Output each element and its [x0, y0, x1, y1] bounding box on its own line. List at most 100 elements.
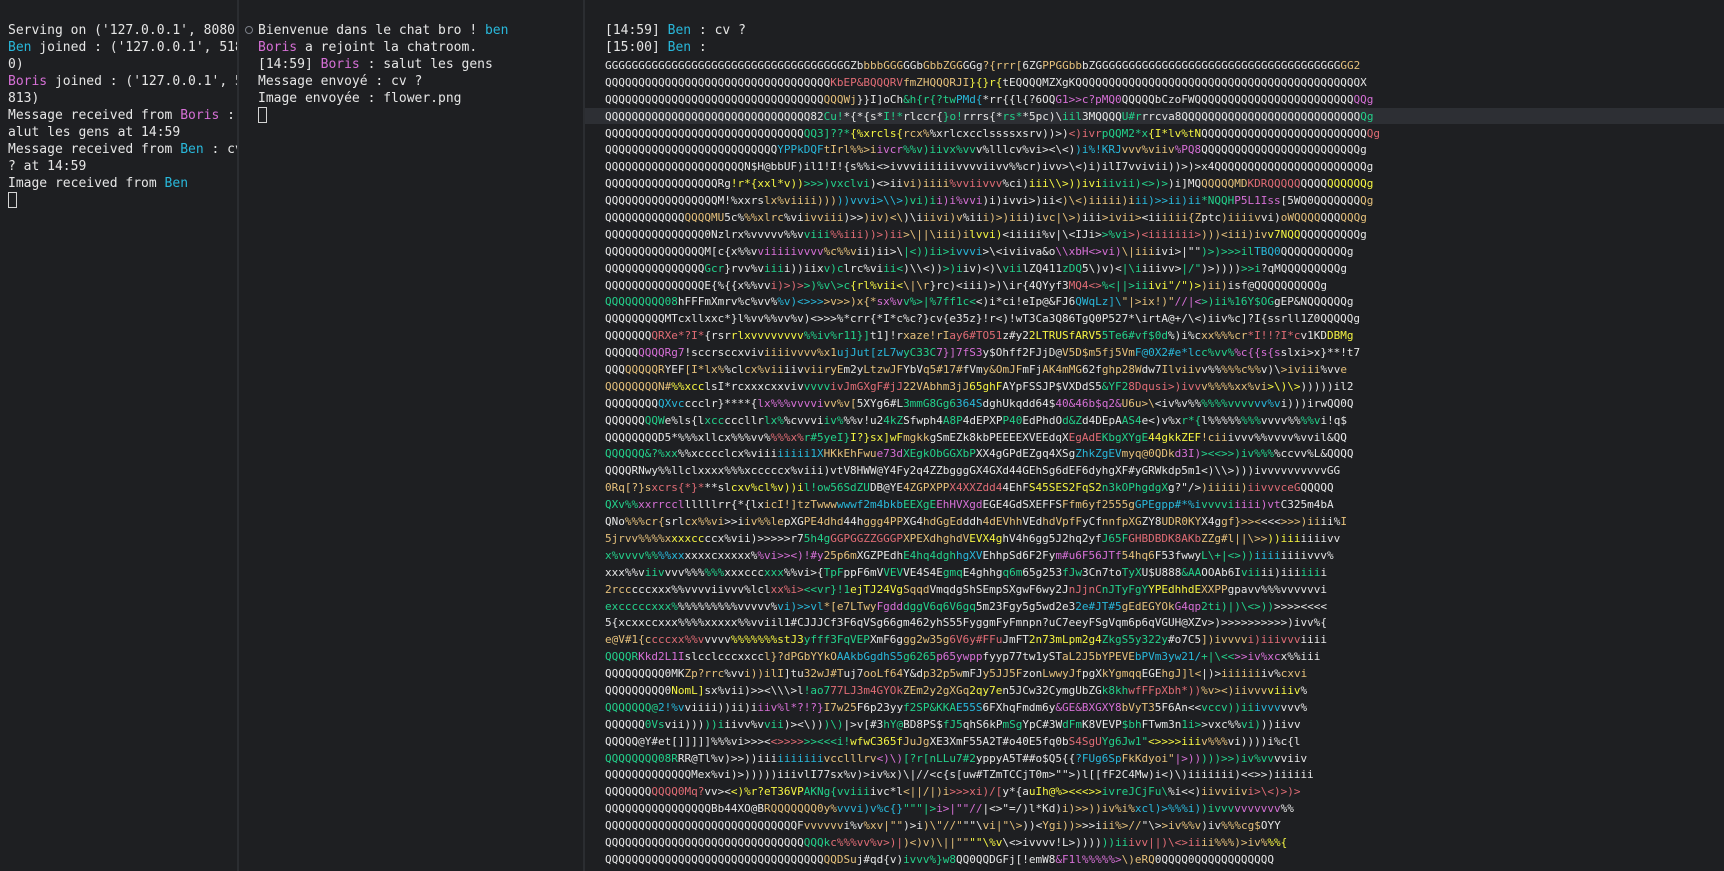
terminal-text: Serving on ('127.0.0.1', 8080): [8, 23, 237, 38]
ascii-row: QQQQQQQQRXe*?I*{rsrrlxvvvvvvvv%%iv%r11}]…: [605, 329, 1354, 343]
ascii-row: QQQQQQQQQQQQQQQQMU5c%%%xlrc%viivviii)>>)…: [605, 211, 1367, 225]
terminal-text: Boris: [258, 40, 298, 55]
terminal-text: [15:00]: [605, 40, 668, 55]
ascii-row: QQQQQ@Y#et[]]]]]%%%vi>>><<>>>>>><<<i!wfw…: [605, 734, 1301, 748]
terminal-text: ben: [484, 23, 509, 38]
terminal-line: alut les gens at 14:59: [8, 124, 237, 141]
terminal-text: ? at 14:59: [8, 159, 87, 174]
ascii-row: GGGGGGGGGGGGGGGGGGGGGGGGGGGGGGGGGGGGGZbb…: [605, 59, 1361, 72]
terminal-line: [15:00] Ben :: [605, 39, 746, 56]
terminal-line: Boris a rejoint la chatroom.: [258, 39, 508, 56]
ascii-row: excccccxxx%%%%%%%%%%vvvvv%vi)>>vl*[e7LTw…: [605, 599, 1327, 613]
terminal-text: Message received from: [8, 142, 181, 157]
ascii-row: QQQQQQQQQQQQQQQQQM!%xxrslx%viiii)))))vvv…: [605, 194, 1374, 208]
status-circle-icon: [245, 26, 253, 34]
ascii-row: e@V#1{ccccxx%%vvvvv%%%%%%%stJ3yfff3FqVEP…: [605, 633, 1327, 647]
terminal-line: 813): [8, 90, 237, 107]
server-output: Serving on ('127.0.0.1', 8080) Ben joined…: [8, 22, 237, 209]
ascii-row: 5jrvv%%%%xxxxccccx%vii)>>>>>r75h4gGGPGGZ…: [605, 531, 1341, 545]
ascii-row: 5{xcxxccxxx%%%%xxxxx%%vviil1#CJJJCf3F6qV…: [605, 616, 1327, 630]
ascii-row: QQQQQQQ@2!%vviiii))ii)iiiv%l*?!?}I7w25F6…: [605, 700, 1308, 714]
terminal-line: Message received from Ben : cv: [8, 141, 237, 158]
ascii-row: QQQQQQQQWe%ls{lxcccccllrlx%%cvvviiv%%%v!…: [605, 413, 1347, 427]
ascii-row: QQQQRNwy%%llclxxxx%%%xcccccx%viii)vtV8HW…: [605, 464, 1341, 478]
ascii-row: 0Rq[?}sxcrs{*}***slcxv%cl%v))il!ow56SdZU…: [605, 481, 1334, 495]
terminal-text: Boris: [180, 108, 220, 123]
ascii-row: QQQQQQQQQQQQQQQQQQQQQQQQQQQQQQQQQkc%%%vv…: [605, 835, 1288, 849]
ascii-row: QQQQQQQQQQQQQQQQQQQQQQQQQQQQQQQQQQKbEP&B…: [605, 75, 1367, 89]
terminal-text: Bienvenue dans le chat bro !: [258, 23, 485, 38]
ascii-row: QQQQQQQQQMTcxllxxc*}l%vv%%vv%v)<>>>%*crr…: [605, 312, 1361, 326]
terminal-line: Ben joined : ('127.0.0.1', 5181: [8, 39, 237, 56]
ascii-row: QQQQQQQQD5*%%%xllcx%%%vv%%%%x%r#5yeI}I?}…: [605, 430, 1347, 444]
terminal-text: [14:59]: [605, 23, 668, 38]
terminal-text: Ben: [180, 142, 204, 157]
image-terminal-pane[interactable]: [14:59] Ben : cv ? [15:00] Ben : GGGGGGGG…: [585, 0, 1724, 871]
ascii-row: QXv%%xxrrccllllllrr{*{lxicI!]tzTwwwwwwf2…: [605, 498, 1334, 512]
terminal-line: Boris joined : ('127.0.0.1', 51: [8, 73, 237, 90]
terminal-text: [14:59]: [258, 57, 321, 72]
ascii-image-render: GGGGGGGGGGGGGGGGGGGGGGGGGGGGGGGGGGGGGZbb…: [605, 58, 1449, 869]
server-terminal-pane[interactable]: Serving on ('127.0.0.1', 8080) Ben joined…: [0, 0, 237, 871]
ascii-row: QQQQQQQQ08RRR@Tl%v)>>))iiiiiiiiiivcclllr…: [605, 751, 1308, 765]
terminal-line: Image envoyée : flower.png: [258, 90, 508, 107]
ascii-row: QQQQQQQQQQQQQMex%vi)>)))))iiivlI77sx%v)>…: [605, 768, 1314, 782]
terminal-text: : s: [227, 108, 235, 123]
ascii-row: QQQQQQQQQQQQQQQQQQQQQQQQQQQQQQQQQQQDSuj#…: [605, 852, 1274, 866]
ascii-row: QQQQQQ0Vsvii)))))iiivv%vvii)><\)))\)|>v[…: [605, 717, 1301, 731]
terminal-text: joined : ('127.0.0.1', 5181: [31, 40, 237, 55]
ascii-row: QQQQQQQQQ0NomL]sx%vii)>><\\\>l!ao777LJ3m…: [605, 683, 1308, 697]
ascii-row: QQQQQQQQQQQQQQQQQQQQQQQQQQQQQQQQ3]??*{%x…: [605, 126, 1380, 140]
terminal-cursor: [8, 192, 17, 208]
terminal-line: Message envoyé : cv ?: [258, 73, 508, 90]
terminal-text: Message received from: [8, 108, 181, 123]
terminal-text: Boris: [8, 74, 48, 89]
image-output: [14:59] Ben : cv ? [15:00] Ben :: [605, 22, 746, 56]
terminal-text: Image envoyée : flower.png: [258, 91, 462, 106]
terminal-text: 0): [8, 57, 24, 72]
ascii-row: QQQQQQQQRYEF[I*lx%%clcx%viiiivviiryEm2yL…: [605, 363, 1347, 377]
ascii-row: QQQQQQQQQQQQQQQQQQQQQQQQQQQQQQQ82Cu!*{*{…: [605, 109, 1374, 123]
ascii-row: QQQQQQQQQQQQQQQQQQQQQN$H@bbUF)il1!I!{s%%…: [605, 160, 1374, 174]
terminal-text: 813): [8, 91, 40, 106]
ascii-row: QQQQQQQQQQQQQQQQBb44XO@BRQQQQQQQ0y%vvvi)…: [605, 802, 1294, 816]
ascii-row: QQQQQQQQQQQQQQQGcr}rvv%viiii))iixv)clrc%…: [605, 261, 1347, 275]
terminal-text: Ben: [164, 176, 189, 191]
terminal-text: Image received from: [8, 176, 165, 191]
ascii-row: QQQQQQQQN#%%xcclsI*rcxxxcxxvivvvvvivJmGX…: [605, 379, 1354, 393]
ascii-row: QQQQQQQQQQQQQQQQQRg!r*{xxl*v))>>>)vxclvi…: [605, 177, 1374, 191]
terminal-line: Image received from Ben: [8, 175, 237, 192]
terminal-line: Serving on ('127.0.0.1', 8080): [8, 22, 237, 39]
ascii-row: QQQQQQQQQQQQQQQQQQQQQQQQQQYPPkDQFtIrl%%>…: [605, 143, 1367, 157]
ascii-row: QQQQQQQQQQQQQQQE{%{{x%%vvi)>)>>)%v\>c{rl…: [605, 278, 1327, 292]
ascii-row: QQQQQQQQQ08hFFFmXmrv%c%vv%%v)<>>>>v>>)x{…: [605, 295, 1354, 309]
terminal-text: a rejoint la chatroom.: [297, 40, 478, 55]
terminal-text: Ben: [667, 40, 692, 55]
terminal-text: :: [691, 40, 707, 55]
terminal-line: Message received from Boris : s: [8, 107, 237, 124]
terminal-line: Bienvenue dans le chat bro ! ben: [258, 22, 508, 39]
client-output: Bienvenue dans le chat bro ! ben Boris a …: [258, 22, 508, 124]
ascii-row: QQQQQQQQQQQQQQQM[c{x%%vviiiiivvvv%c%%vii…: [605, 244, 1354, 258]
ascii-row: QQQQQQQQQQQQQQQQQQQQQQQQQQQQQFvvvvvvi%v%…: [605, 819, 1281, 833]
ascii-row: QNo%%%cr{srlcx%%vi>>iiv%%lepXGPE4dhd44hg…: [605, 515, 1347, 529]
ascii-row: QQQQQQQQQQQ0Mq?vv><<)%r?eT36VPAKNg{vviii…: [605, 785, 1301, 799]
ascii-row: x%vvvv%%%%xxxxxxcxxxxx%%vi>><)!#y25p6mXG…: [605, 548, 1334, 562]
ascii-row: QQQQQQQQQQQQQQQQQQQQQQQQQQQQQQQQQQQQWj}}…: [605, 92, 1374, 106]
terminal-text: : cv: [211, 142, 237, 157]
ascii-row: QQQQRKkd2L1Islcclcccxxccl}?dPGbYYkOAAkbG…: [605, 650, 1321, 664]
terminal-text: alut les gens at 14:59: [8, 125, 181, 140]
terminal-line: 0): [8, 56, 237, 73]
terminal-text: Ben: [8, 40, 32, 55]
terminal-cursor: [258, 107, 267, 123]
client-terminal-pane[interactable]: Bienvenue dans le chat bro ! ben Boris a …: [239, 0, 583, 871]
terminal-text: : cv ?: [691, 23, 746, 38]
terminal-line: [14:59] Boris : salut les gens: [258, 56, 508, 73]
terminal-text: joined : ('127.0.0.1', 51: [47, 74, 237, 89]
ascii-row: QQQQQQQQQQQQQQQ0Nzlrx%vvvvv%%vviii%%iii)…: [605, 227, 1367, 241]
terminal-line: [14:59] Ben : cv ?: [605, 22, 746, 39]
terminal-text: Boris: [320, 57, 360, 72]
terminal-text: Message envoyé : cv ?: [258, 74, 423, 89]
ascii-row: QQQQQQ&?%xx%%xcccclcx%viiiiiiii1XHKkEhFw…: [605, 447, 1354, 461]
ascii-row: 2rcccccxxx%%vvvviivvv%lclxx%i><<vr}!1ejT…: [605, 582, 1327, 596]
